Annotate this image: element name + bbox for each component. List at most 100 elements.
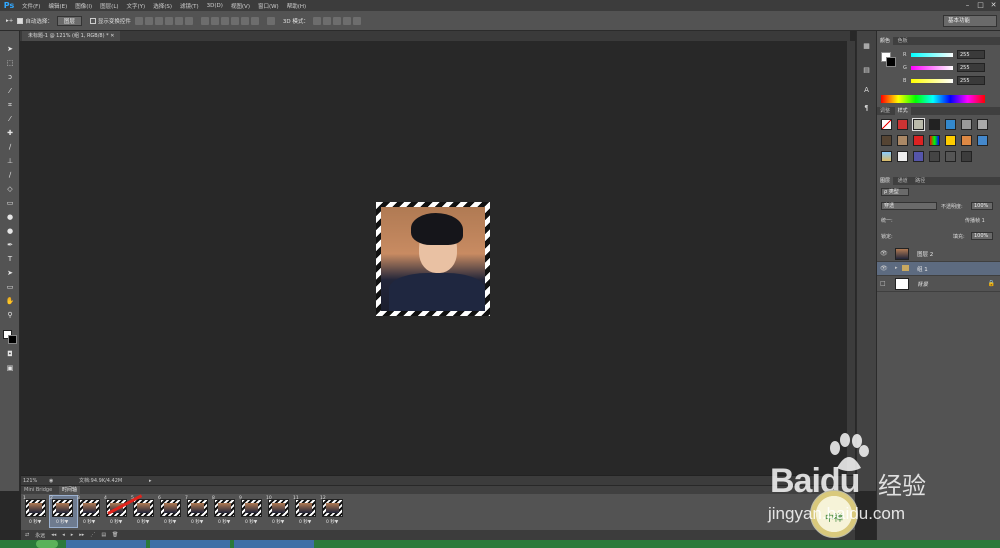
type-tool-icon[interactable]: T <box>5 255 15 264</box>
frame-delay[interactable]: 0 秒▼ <box>83 519 95 525</box>
layer-row[interactable]: □ 背景 🔒 <box>877 276 1000 292</box>
animation-frame[interactable]: 120 秒▼ <box>320 496 347 527</box>
style-swatch[interactable] <box>913 151 924 162</box>
history-panel-icon[interactable]: ▦ <box>861 41 872 51</box>
style-swatch[interactable] <box>913 135 924 146</box>
layer-name[interactable]: 组 1 <box>917 265 928 273</box>
marquee-tool-icon[interactable]: ⬚ <box>5 59 15 68</box>
frame-delay[interactable]: 0 秒▼ <box>218 519 230 525</box>
close-button[interactable]: ✕ <box>987 0 1000 11</box>
visibility-eye-icon[interactable]: 👁 <box>880 250 888 257</box>
tween-icon[interactable]: ⋰ <box>90 532 95 538</box>
close-tab-icon[interactable]: ✕ <box>110 33 114 39</box>
document-tab[interactable]: 未标题-1 @ 121% (组 1, RGB/8) * ✕ <box>22 31 121 41</box>
style-swatch[interactable] <box>961 135 972 146</box>
style-swatch[interactable] <box>897 119 908 130</box>
show-transform-checkbox[interactable]: 显示变换控件 <box>89 17 131 25</box>
3d-scale-icon[interactable] <box>352 16 361 25</box>
frame-delay[interactable]: 0 秒▼ <box>245 519 257 525</box>
tab-channels[interactable]: 通道 <box>895 177 911 185</box>
style-swatch[interactable] <box>929 119 940 130</box>
align-bottom-icon[interactable] <box>154 16 163 25</box>
animation-frame[interactable]: 20 秒▼ <box>49 495 78 528</box>
character-panel-icon[interactable]: A <box>861 85 872 95</box>
style-swatch[interactable] <box>897 151 908 162</box>
crop-tool-icon[interactable]: ⌗ <box>5 101 15 110</box>
play-icon[interactable]: ▸ <box>71 532 74 538</box>
distribute-top-icon[interactable] <box>200 16 209 25</box>
green-slider[interactable]: G 255 <box>881 63 999 74</box>
layer-row[interactable]: 👁 图层 2 <box>877 246 1000 262</box>
animation-frame[interactable]: 110 秒▼ <box>293 496 320 527</box>
frame-delay[interactable]: 0 秒▼ <box>164 519 176 525</box>
menu-edit[interactable]: 编辑(E) <box>44 2 71 10</box>
3d-slide-icon[interactable] <box>342 16 351 25</box>
align-center-icon[interactable] <box>174 16 183 25</box>
tab-paths[interactable]: 路径 <box>912 177 928 185</box>
clone-stamp-tool-icon[interactable]: ⊥ <box>5 157 15 166</box>
menu-filter[interactable]: 滤镜(T) <box>176 2 203 10</box>
layer-name[interactable]: 图层 2 <box>917 250 933 258</box>
tab-color[interactable]: 颜色 <box>877 37 894 45</box>
tab-styles[interactable]: 样式 <box>894 107 911 115</box>
animation-frame[interactable]: 70 秒▼ <box>185 496 212 527</box>
animation-frame[interactable]: 90 秒▼ <box>239 496 266 527</box>
taskbar-app[interactable] <box>150 540 230 548</box>
group-expand-arrow-icon[interactable]: ▸ <box>895 265 898 271</box>
style-swatch[interactable] <box>977 135 988 146</box>
align-left-icon[interactable] <box>164 16 173 25</box>
maximize-button[interactable]: □ <box>974 0 987 11</box>
tab-layers[interactable]: 图层 <box>877 177 894 185</box>
green-gradient[interactable] <box>911 66 953 70</box>
tab-swatches[interactable]: 色板 <box>895 37 911 45</box>
menu-3d[interactable]: 3D(D) <box>203 3 227 9</box>
visibility-eye-icon[interactable]: □ <box>880 280 886 287</box>
previous-frame-icon[interactable]: ◂ <box>62 532 65 538</box>
propagate-frame-checkbox[interactable]: 传播帧 1 <box>965 217 985 224</box>
move-tool-icon[interactable]: ▸+ <box>6 18 13 24</box>
frame-delay[interactable]: 0 秒▼ <box>272 519 284 525</box>
status-menu-arrow-icon[interactable]: ▸ <box>149 476 152 486</box>
layer-row[interactable]: 👁 ▸ 组 1 <box>877 262 1000 276</box>
frame-delay[interactable]: 0 秒▼ <box>29 519 41 525</box>
style-none[interactable] <box>881 119 892 130</box>
tab-mini-bridge[interactable]: Mini Bridge <box>21 486 55 494</box>
style-swatch[interactable] <box>977 119 988 130</box>
new-frame-icon[interactable]: ▤ <box>101 532 106 538</box>
eyedropper-tool-icon[interactable]: ⁄ <box>5 115 15 124</box>
animation-frame[interactable]: 80 秒▼ <box>212 496 239 527</box>
animation-frame[interactable]: 60 秒▼ <box>158 496 185 527</box>
menu-layer[interactable]: 图层(L) <box>96 2 122 10</box>
style-swatch[interactable] <box>912 118 925 131</box>
history-brush-tool-icon[interactable]: ∕ <box>5 171 15 180</box>
style-swatch[interactable] <box>945 151 956 162</box>
menu-select[interactable]: 选择(S) <box>149 2 176 10</box>
brush-tool-icon[interactable]: ∕ <box>5 143 15 152</box>
style-swatch[interactable] <box>881 135 892 146</box>
path-selection-tool-icon[interactable]: ➤ <box>5 269 15 278</box>
menu-window[interactable]: 窗口(W) <box>254 2 283 10</box>
eraser-tool-icon[interactable]: ◇ <box>5 185 15 194</box>
tab-adjustments[interactable]: 调整 <box>877 107 893 115</box>
quick-select-tool-icon[interactable]: ⁄ <box>5 87 15 96</box>
healing-brush-tool-icon[interactable]: ✚ <box>5 129 15 138</box>
dodge-tool-icon[interactable]: ● <box>5 227 15 236</box>
red-value[interactable]: 255 <box>957 50 985 59</box>
style-swatch[interactable] <box>897 135 908 146</box>
visibility-eye-icon[interactable]: 👁 <box>880 265 888 272</box>
vertical-scrollbar[interactable] <box>847 41 855 475</box>
style-swatch[interactable] <box>929 135 940 146</box>
blue-slider[interactable]: B 255 <box>881 76 999 87</box>
frame-delay[interactable]: 0 秒▼ <box>326 519 338 525</box>
3d-roll-icon[interactable] <box>322 16 331 25</box>
frame-delay[interactable]: 0 秒▼ <box>56 519 68 525</box>
actions-panel-icon[interactable]: ▤ <box>861 65 872 75</box>
convert-timeline-icon[interactable]: ⇄ <box>25 532 29 538</box>
color-spectrum[interactable] <box>881 95 985 103</box>
layer-name[interactable]: 背景 <box>917 280 928 288</box>
style-swatch[interactable] <box>929 151 940 162</box>
move-tool-icon[interactable]: ➤ <box>5 45 15 54</box>
taskbar-app[interactable] <box>66 540 146 548</box>
shape-tool-icon[interactable]: ▭ <box>5 283 15 292</box>
loop-select[interactable]: 永远 <box>35 532 45 539</box>
